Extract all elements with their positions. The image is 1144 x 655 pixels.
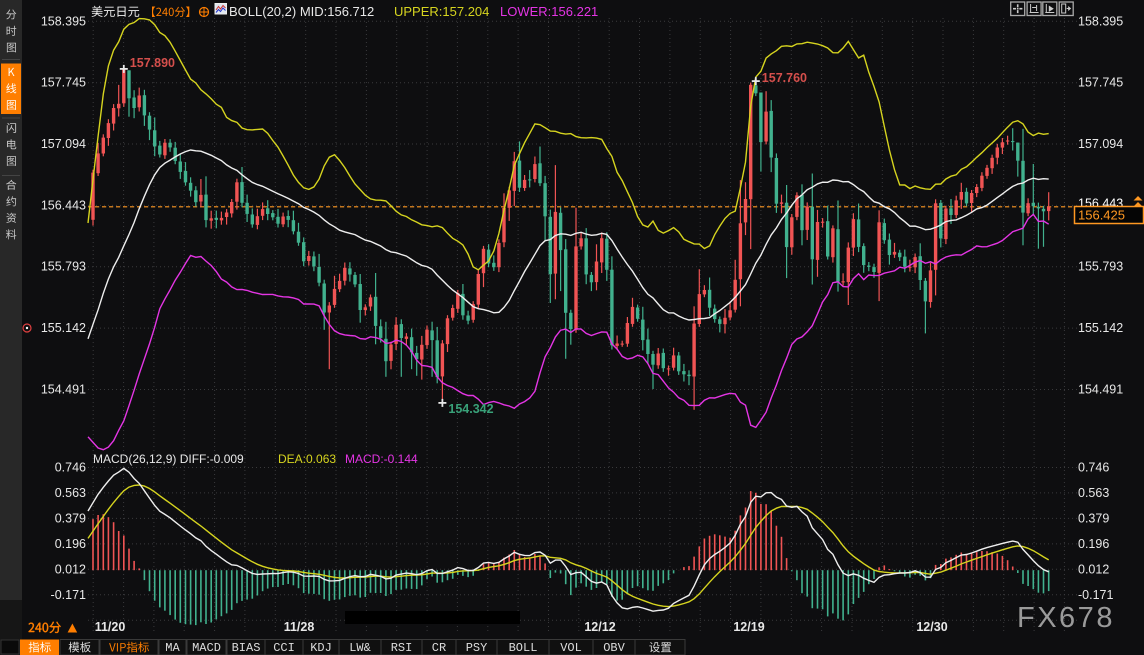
- svg-text:BOLL: BOLL: [509, 641, 538, 655]
- svg-text:KDJ: KDJ: [310, 641, 332, 655]
- svg-text:CR: CR: [432, 641, 446, 655]
- svg-text:12/12: 12/12: [584, 620, 615, 634]
- svg-text:0.379: 0.379: [55, 511, 86, 525]
- svg-text:155.793: 155.793: [41, 260, 86, 274]
- svg-text:CCI: CCI: [273, 641, 295, 655]
- svg-text:0.196: 0.196: [55, 537, 86, 551]
- svg-text:-0.171: -0.171: [51, 588, 86, 602]
- svg-text:BIAS: BIAS: [232, 641, 261, 655]
- svg-text:156.443: 156.443: [41, 198, 86, 212]
- svg-text:0.012: 0.012: [1078, 562, 1109, 576]
- svg-text:155.793: 155.793: [1078, 260, 1123, 274]
- svg-text:PSY: PSY: [466, 641, 488, 655]
- svg-text:155.142: 155.142: [1078, 321, 1123, 335]
- svg-text:0.379: 0.379: [1078, 511, 1109, 525]
- svg-text:LOWER:156.221: LOWER:156.221: [500, 4, 598, 19]
- svg-text:157.094: 157.094: [41, 137, 86, 151]
- svg-text:LW&: LW&: [349, 641, 371, 655]
- svg-text:0.012: 0.012: [55, 562, 86, 576]
- svg-text:11/28: 11/28: [284, 620, 315, 634]
- svg-text:157.760: 157.760: [762, 71, 807, 85]
- svg-text:-0.171: -0.171: [1078, 588, 1113, 602]
- svg-text:154.342: 154.342: [448, 402, 493, 416]
- svg-text:156.425: 156.425: [1078, 208, 1125, 223]
- svg-text:155.142: 155.142: [41, 321, 86, 335]
- svg-text:12/30: 12/30: [916, 620, 947, 634]
- svg-text:0.196: 0.196: [1078, 537, 1109, 551]
- svg-text:154.491: 154.491: [1078, 383, 1123, 397]
- svg-text:MACD: MACD: [192, 641, 221, 655]
- svg-text:MA: MA: [165, 641, 180, 655]
- svg-text:157.094: 157.094: [1078, 137, 1123, 151]
- svg-text:UPPER:157.204: UPPER:157.204: [394, 4, 489, 19]
- svg-text:MACD:-0.144: MACD:-0.144: [345, 452, 418, 466]
- svg-text:MACD(26,12,9) DIFF:-0.009: MACD(26,12,9) DIFF:-0.009: [93, 452, 244, 466]
- svg-text:OBV: OBV: [603, 641, 625, 655]
- svg-text:0.563: 0.563: [1078, 486, 1109, 500]
- svg-text:154.491: 154.491: [41, 383, 86, 397]
- svg-text:157.745: 157.745: [1078, 76, 1123, 90]
- svg-text:11/20: 11/20: [95, 620, 126, 634]
- svg-text:12/19: 12/19: [733, 620, 764, 634]
- svg-text:VOL: VOL: [560, 641, 582, 655]
- svg-text:0.746: 0.746: [1078, 461, 1109, 475]
- svg-text:158.395: 158.395: [1078, 14, 1123, 28]
- svg-text:158.395: 158.395: [41, 14, 86, 28]
- svg-text:RSI: RSI: [391, 641, 413, 655]
- svg-text:BOLL(20,2) MID:156.712: BOLL(20,2) MID:156.712: [229, 4, 374, 19]
- svg-text:DEA:0.063: DEA:0.063: [278, 452, 336, 466]
- svg-text:FX678: FX678: [1017, 602, 1115, 634]
- svg-text:0.746: 0.746: [55, 461, 86, 475]
- svg-text:157.890: 157.890: [130, 56, 175, 70]
- svg-text:0.563: 0.563: [55, 486, 86, 500]
- svg-text:157.745: 157.745: [41, 76, 86, 90]
